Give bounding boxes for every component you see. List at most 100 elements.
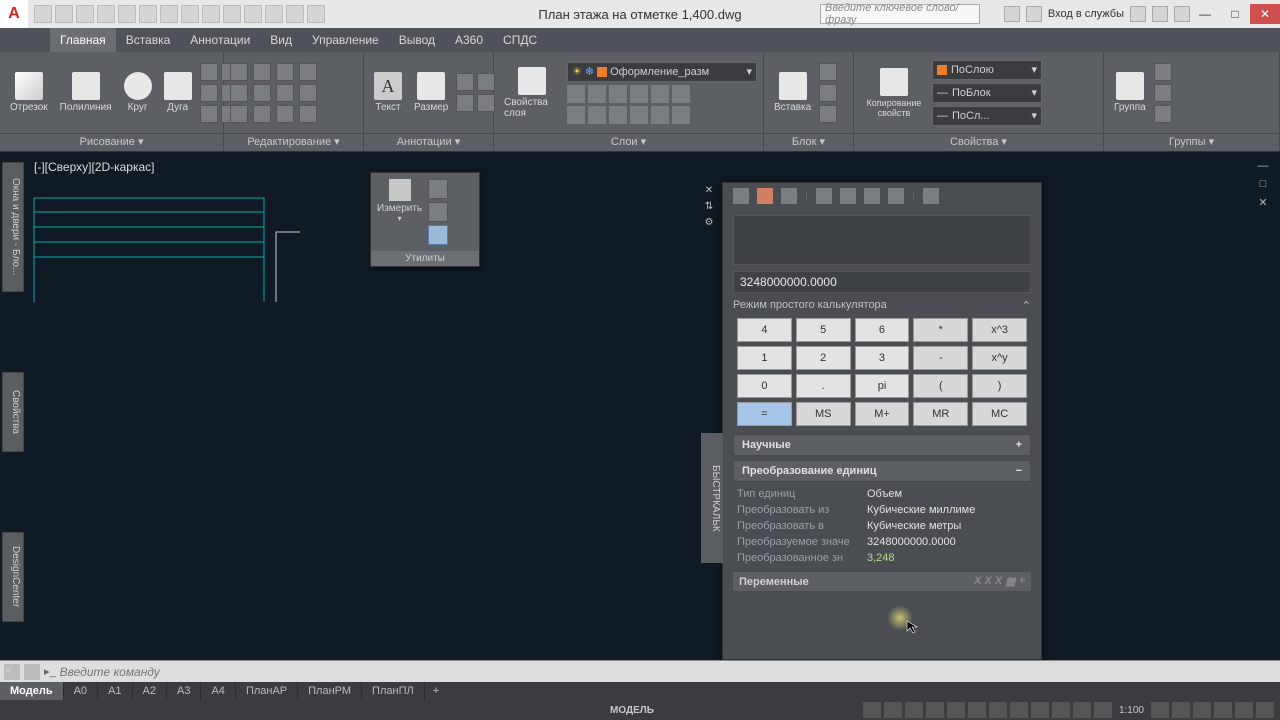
calc-key-4[interactable]: 4	[737, 318, 792, 342]
circle-button[interactable]: Круг	[120, 70, 156, 115]
status-icon[interactable]	[1214, 702, 1232, 718]
linetype-dropdown[interactable]: —ПоБлок▾	[932, 83, 1042, 103]
status-icon[interactable]	[989, 702, 1007, 718]
qat-icon[interactable]	[244, 5, 262, 23]
status-icon[interactable]	[968, 702, 986, 718]
menu-tab-Вид[interactable]: Вид	[260, 28, 302, 52]
menu-tab-СПДС[interactable]: СПДС	[493, 28, 547, 52]
status-icon[interactable]	[1094, 702, 1112, 718]
status-icon[interactable]	[1172, 702, 1190, 718]
calc-key-2[interactable]: 2	[796, 346, 851, 370]
app-logo[interactable]: A	[0, 0, 28, 28]
conv-type-value[interactable]: Объем	[867, 488, 902, 500]
line-button[interactable]: Отрезок	[6, 70, 52, 115]
viewport-restore[interactable]: □	[1256, 178, 1270, 192]
ann-small-icon[interactable]	[477, 94, 495, 112]
help-icon[interactable]	[1174, 6, 1190, 22]
calc-toolbar-icon[interactable]	[888, 188, 904, 204]
ann-small-icon[interactable]	[477, 73, 495, 91]
menu-tab-A360[interactable]: A360	[445, 28, 493, 52]
command-line[interactable]: ✕ ▸_	[0, 660, 1280, 682]
viewport-minimize[interactable]: —	[1256, 160, 1270, 174]
panel-ann-label[interactable]: Аннотации ▾	[364, 133, 493, 151]
layer-tool-icon[interactable]	[567, 85, 585, 103]
layer-tool-icon[interactable]	[651, 85, 669, 103]
calc-toolbar-icon[interactable]	[781, 188, 797, 204]
qat-icon[interactable]	[76, 5, 94, 23]
edit-icon[interactable]	[276, 105, 294, 123]
status-icon[interactable]	[1010, 702, 1028, 718]
block-small-icon[interactable]	[819, 105, 837, 123]
status-icon[interactable]	[1073, 702, 1091, 718]
exchange-icon[interactable]	[1130, 6, 1146, 22]
menu-tab-Главная[interactable]: Главная	[50, 28, 116, 52]
layout-tab-ПланРМ[interactable]: ПланРМ	[298, 682, 362, 700]
edit-icon[interactable]	[253, 84, 271, 102]
layer-tool-icon[interactable]	[567, 106, 585, 124]
signin-icon[interactable]	[1026, 6, 1042, 22]
panel-block-label[interactable]: Блок ▾	[764, 133, 853, 151]
calc-toolbar-icon[interactable]	[864, 188, 880, 204]
calc-key-=[interactable]: =	[737, 402, 792, 426]
menu-tab-Вывод[interactable]: Вывод	[389, 28, 445, 52]
add-layout-button[interactable]: +	[425, 682, 447, 700]
calc-toolbar-icon[interactable]	[816, 188, 832, 204]
qat-icon[interactable]	[97, 5, 115, 23]
lineweight-dropdown[interactable]: —ПоСл...▾	[932, 106, 1042, 126]
qat-icon[interactable]	[286, 5, 304, 23]
calc-key-6[interactable]: 6	[855, 318, 910, 342]
calc-help-icon[interactable]	[923, 188, 939, 204]
ann-small-icon[interactable]	[456, 94, 474, 112]
calc-key-1[interactable]: 1	[737, 346, 792, 370]
layer-tool-icon[interactable]	[630, 85, 648, 103]
command-input[interactable]	[60, 665, 1276, 679]
status-icon[interactable]	[1256, 702, 1274, 718]
panel-edit-label[interactable]: Редактирование ▾	[224, 133, 363, 151]
calc-key-MR[interactable]: MR	[913, 402, 968, 426]
layer-tool-icon[interactable]	[651, 106, 669, 124]
text-button[interactable]: AТекст	[370, 70, 406, 115]
calc-key--[interactable]: -	[913, 346, 968, 370]
dimension-button[interactable]: Размер	[410, 70, 452, 115]
match-props-button[interactable]: Копирование свойств	[860, 66, 928, 120]
current-layer-dropdown[interactable]: ☀❄Оформление_разм▾	[567, 62, 757, 82]
quickcalc-button[interactable]	[428, 225, 448, 245]
layout-tab-ПланПЛ[interactable]: ПланПЛ	[362, 682, 425, 700]
layout-tab-А2[interactable]: А2	[133, 682, 167, 700]
section-unit-conversion[interactable]: Преобразование единиц−	[733, 460, 1031, 482]
qat-icon[interactable]	[307, 5, 325, 23]
edit-icon[interactable]	[253, 105, 271, 123]
draw-small-icon[interactable]	[200, 84, 218, 102]
calc-key-3[interactable]: 3	[855, 346, 910, 370]
layer-tool-icon[interactable]	[630, 106, 648, 124]
qat-icon[interactable]	[160, 5, 178, 23]
conv-from-value[interactable]: Кубические миллиме	[867, 504, 975, 516]
cloud-icon[interactable]	[1152, 6, 1168, 22]
edit-icon[interactable]	[276, 63, 294, 81]
calc-key-x^3[interactable]: x^3	[972, 318, 1027, 342]
calc-toolbar-icon[interactable]	[840, 188, 856, 204]
status-scale[interactable]: 1:100	[1115, 705, 1148, 716]
edit-icon[interactable]	[276, 84, 294, 102]
cmd-close-icon[interactable]: ✕	[4, 664, 20, 680]
signin-label[interactable]: Вход в службы	[1048, 8, 1124, 20]
edit-icon[interactable]	[253, 63, 271, 81]
status-icon[interactable]	[1052, 702, 1070, 718]
layout-tab-А1[interactable]: А1	[98, 682, 132, 700]
group-small-icon[interactable]	[1154, 63, 1172, 81]
group-button[interactable]: Группа	[1110, 70, 1150, 115]
qat-icon[interactable]	[181, 5, 199, 23]
qat-icon[interactable]	[223, 5, 241, 23]
group-small-icon[interactable]	[1154, 84, 1172, 102]
edit-icon[interactable]	[230, 63, 248, 81]
edit-icon[interactable]	[299, 63, 317, 81]
layout-tab-ПланАР[interactable]: ПланАР	[236, 682, 298, 700]
calc-history[interactable]	[733, 215, 1031, 265]
menu-tab-Вставка[interactable]: Вставка	[116, 28, 181, 52]
qat-icon[interactable]	[55, 5, 73, 23]
layer-properties-button[interactable]: Свойства слоя	[500, 65, 563, 121]
calc-key-M+[interactable]: M+	[855, 402, 910, 426]
layout-tab-Модель[interactable]: Модель	[0, 682, 64, 700]
calc-toolbar-icon[interactable]	[733, 188, 749, 204]
menu-tab-Аннотации[interactable]: Аннотации	[180, 28, 260, 52]
